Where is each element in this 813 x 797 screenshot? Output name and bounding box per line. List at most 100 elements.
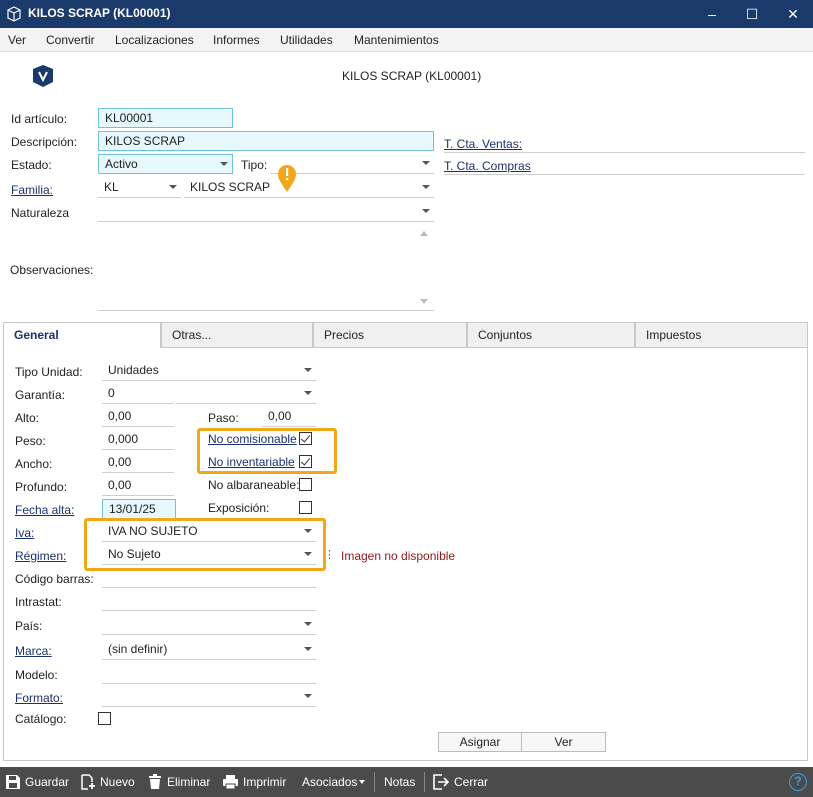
garantia-unit-select[interactable] [176, 384, 316, 404]
chevron-down-icon [169, 185, 177, 189]
paso-field[interactable]: 0,00 [262, 407, 316, 427]
printer-icon[interactable] [222, 774, 239, 790]
box-icon [7, 6, 21, 22]
familia-name-select[interactable]: KILOS SCRAP [184, 178, 434, 198]
toolbar-separator [424, 772, 425, 792]
cerrar-button[interactable]: Cerrar [454, 775, 488, 789]
save-icon[interactable] [5, 774, 21, 790]
menu-ver[interactable]: Ver [8, 33, 26, 47]
eliminar-button[interactable]: Eliminar [167, 775, 210, 789]
formato-select[interactable] [102, 687, 316, 707]
guardar-button[interactable]: Guardar [25, 775, 69, 789]
marca-value: (sin definir) [108, 642, 168, 656]
formato-label[interactable]: Formato: [15, 691, 63, 705]
minimize-button[interactable]: – [692, 0, 732, 28]
tab-otras[interactable]: Otras... [161, 322, 313, 348]
intrastat-label: Intrastat: [15, 595, 62, 609]
peso-field[interactable]: 0,000 [102, 430, 174, 450]
estado-select[interactable]: Activo [98, 154, 233, 174]
no-inventariable-checkbox[interactable] [299, 455, 312, 468]
chevron-down-icon [304, 529, 312, 533]
tab-impuestos[interactable]: Impuestos [635, 322, 808, 348]
tab-general[interactable]: General [3, 322, 161, 348]
splitter-handle-icon[interactable]: ⋮ [324, 548, 335, 561]
cta-compras-label[interactable]: T. Cta. Compras [444, 159, 531, 173]
modelo-field[interactable] [102, 664, 316, 684]
nuevo-button[interactable]: Nuevo [100, 775, 135, 789]
marca-label[interactable]: Marca: [15, 644, 52, 658]
ancho-field[interactable]: 0,00 [102, 453, 174, 473]
alto-field[interactable]: 0,00 [102, 407, 174, 427]
profundo-field[interactable]: 0,00 [102, 476, 174, 496]
asociados-button[interactable]: Asociados [302, 775, 357, 789]
naturaleza-label: Naturaleza [11, 206, 70, 220]
chevron-down-icon [422, 161, 430, 165]
close-button[interactable]: ✕ [773, 0, 813, 28]
chevron-down-icon [304, 694, 312, 698]
menu-informes[interactable]: Informes [213, 33, 260, 47]
chevron-down-icon [304, 622, 312, 626]
ancho-label: Ancho: [15, 457, 53, 471]
title-bar: KILOS SCRAP (KL00001) – ☐ ✕ [0, 0, 813, 28]
id-articulo-field[interactable]: KL00001 [98, 108, 233, 128]
chevron-down-icon [220, 162, 228, 166]
trash-icon[interactable] [148, 774, 162, 790]
pais-select[interactable] [102, 615, 316, 635]
descripcion-label: Descripción: [11, 135, 78, 149]
chevron-down-icon[interactable] [359, 780, 365, 784]
exposicion-label: Exposición: [208, 501, 270, 515]
marca-select[interactable]: (sin definir) [102, 640, 316, 660]
scroll-up-icon[interactable] [420, 231, 428, 236]
codigo-barras-field[interactable] [102, 568, 316, 588]
imprimir-button[interactable]: Imprimir [243, 775, 286, 789]
intrastat-field[interactable] [102, 591, 316, 611]
new-file-icon[interactable] [80, 774, 96, 790]
familia-label[interactable]: Familia: [11, 183, 53, 197]
descripcion-field[interactable]: KILOS SCRAP [98, 131, 434, 151]
paso-label: Paso: [208, 411, 239, 425]
regimen-label[interactable]: Régimen: [15, 549, 66, 563]
notas-button[interactable]: Notas [384, 775, 415, 789]
no-albaraneable-checkbox[interactable] [299, 478, 312, 491]
observaciones-textarea[interactable] [98, 227, 434, 311]
tipo-unidad-select[interactable]: Unidades [102, 361, 316, 381]
catalogo-checkbox[interactable] [98, 712, 111, 725]
familia-code-value: KL [104, 180, 119, 194]
menu-localizaciones[interactable]: Localizaciones [115, 33, 194, 47]
menu-convertir[interactable]: Convertir [46, 33, 95, 47]
tab-precios[interactable]: Precios [313, 322, 467, 348]
scroll-down-icon[interactable] [420, 299, 428, 304]
menu-mantenimientos[interactable]: Mantenimientos [354, 33, 439, 47]
app-logo [33, 65, 53, 87]
help-icon[interactable]: ? [789, 773, 807, 791]
tab-bar: General Otras... Precios Conjuntos Impue… [3, 322, 808, 348]
familia-code-select[interactable]: KL [98, 178, 181, 198]
maximize-button[interactable]: ☐ [732, 0, 772, 28]
no-comisionable-checkbox[interactable] [299, 432, 312, 445]
toolbar-separator [374, 772, 375, 792]
garantia-field[interactable]: 0 [102, 384, 174, 404]
profundo-label: Profundo: [15, 480, 68, 494]
exposicion-checkbox[interactable] [299, 501, 312, 514]
menu-utilidades[interactable]: Utilidades [280, 33, 333, 47]
id-articulo-label: Id artículo: [11, 112, 68, 126]
regimen-select[interactable]: No Sujeto [102, 545, 316, 565]
fecha-alta-field[interactable]: 13/01/25 [102, 499, 176, 519]
cta-ventas-label[interactable]: T. Cta. Ventas: [444, 137, 522, 151]
iva-select[interactable]: IVA NO SUJETO [102, 522, 316, 542]
exit-icon[interactable] [433, 774, 450, 790]
fecha-alta-label[interactable]: Fecha alta: [15, 503, 74, 517]
ver-button[interactable]: Ver [521, 732, 606, 752]
regimen-value: No Sujeto [108, 547, 161, 561]
iva-value: IVA NO SUJETO [108, 524, 198, 538]
tab-conjuntos[interactable]: Conjuntos [467, 322, 635, 348]
header-title: KILOS SCRAP (KL00001) [342, 69, 482, 83]
iva-label[interactable]: Iva: [15, 526, 34, 540]
bottom-toolbar: Guardar Nuevo Eliminar Imprimir Asociado… [0, 767, 813, 797]
cta-compras-field[interactable] [444, 174, 805, 175]
asignar-button[interactable]: Asignar [438, 732, 522, 752]
familia-name-value: KILOS SCRAP [190, 180, 271, 194]
naturaleza-select[interactable] [98, 202, 434, 222]
pais-label: País: [15, 619, 43, 633]
cta-ventas-field[interactable] [444, 152, 805, 153]
